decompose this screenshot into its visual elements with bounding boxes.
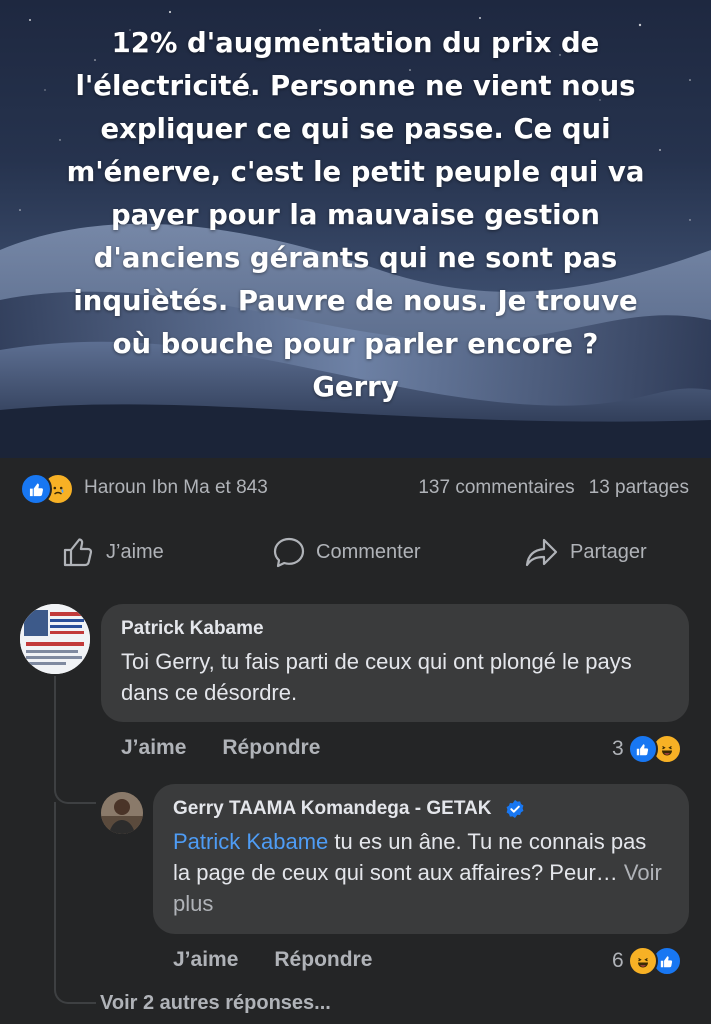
reply-reaction-count: 6	[612, 949, 624, 972]
haha-icon	[627, 946, 658, 976]
reply-text: Patrick Kabame tu es un âne. Tu ne conna…	[173, 826, 669, 919]
like-label: J’aime	[106, 540, 164, 563]
comment-icon	[273, 537, 305, 568]
avatar-image	[101, 792, 143, 834]
mention-link[interactable]: Patrick Kabame	[173, 829, 328, 854]
reply-like-button[interactable]: J’aime	[173, 948, 238, 972]
shares-count[interactable]: 13 partages	[589, 477, 689, 499]
share-icon	[525, 538, 558, 567]
reaction-summary[interactable]	[20, 473, 80, 505]
comment-author[interactable]: Patrick Kabame	[121, 618, 669, 640]
comment-label: Commenter	[316, 540, 421, 563]
view-more-replies-link[interactable]: Voir 2 autres réponses...	[100, 992, 331, 1015]
avatar-patrick[interactable]	[20, 604, 90, 674]
comment-reaction-count: 3	[612, 737, 624, 760]
avatar-gerry[interactable]	[101, 792, 143, 834]
reply-author-row: Gerry TAAMA Komandega - GETAK	[173, 798, 669, 820]
comments-count[interactable]: 137 commentaires	[418, 477, 574, 499]
reply-author[interactable]: Gerry TAAMA Komandega - GETAK	[173, 798, 491, 819]
comment-reply-button[interactable]: Répondre	[222, 736, 320, 760]
thumbs-up-icon	[63, 538, 93, 567]
post-background: 12% d'augmentation du prix de l'électric…	[0, 0, 711, 458]
comment-like-button[interactable]: J’aime	[121, 736, 186, 760]
post-text: 12% d'augmentation du prix de l'électric…	[66, 27, 645, 403]
avatar-image	[20, 604, 90, 674]
thread-connector-more	[54, 802, 96, 1004]
like-icon	[627, 734, 658, 764]
post-stats: Haroun Ibn Ma et 843 137 commentaires 13…	[0, 458, 711, 518]
comment-button[interactable]: Commenter	[272, 536, 420, 568]
reply-reply-button[interactable]: Répondre	[274, 948, 372, 972]
reply-meta: J’aime Répondre	[173, 948, 372, 972]
action-bar: J’aime Commenter Partager	[0, 526, 711, 578]
share-label: Partager	[570, 540, 647, 563]
comment-meta: J’aime Répondre	[121, 736, 320, 760]
reply-bubble[interactable]: Gerry TAAMA Komandega - GETAK Patrick Ka…	[153, 784, 689, 934]
reply-reactions[interactable]: 6	[612, 946, 682, 976]
likers-text[interactable]: Haroun Ibn Ma et 843	[84, 477, 268, 499]
like-button[interactable]: J’aime	[62, 536, 164, 568]
comment-reactions[interactable]: 3	[612, 734, 682, 764]
comment-text: Toi Gerry, tu fais parti de ceux qui ont…	[121, 649, 632, 705]
thread-connector	[54, 676, 96, 804]
comment-bubble[interactable]: Patrick Kabame Toi Gerry, tu fais parti …	[101, 604, 689, 722]
verified-badge-icon	[505, 799, 525, 819]
like-icon	[20, 473, 52, 505]
share-button[interactable]: Partager	[524, 536, 647, 568]
